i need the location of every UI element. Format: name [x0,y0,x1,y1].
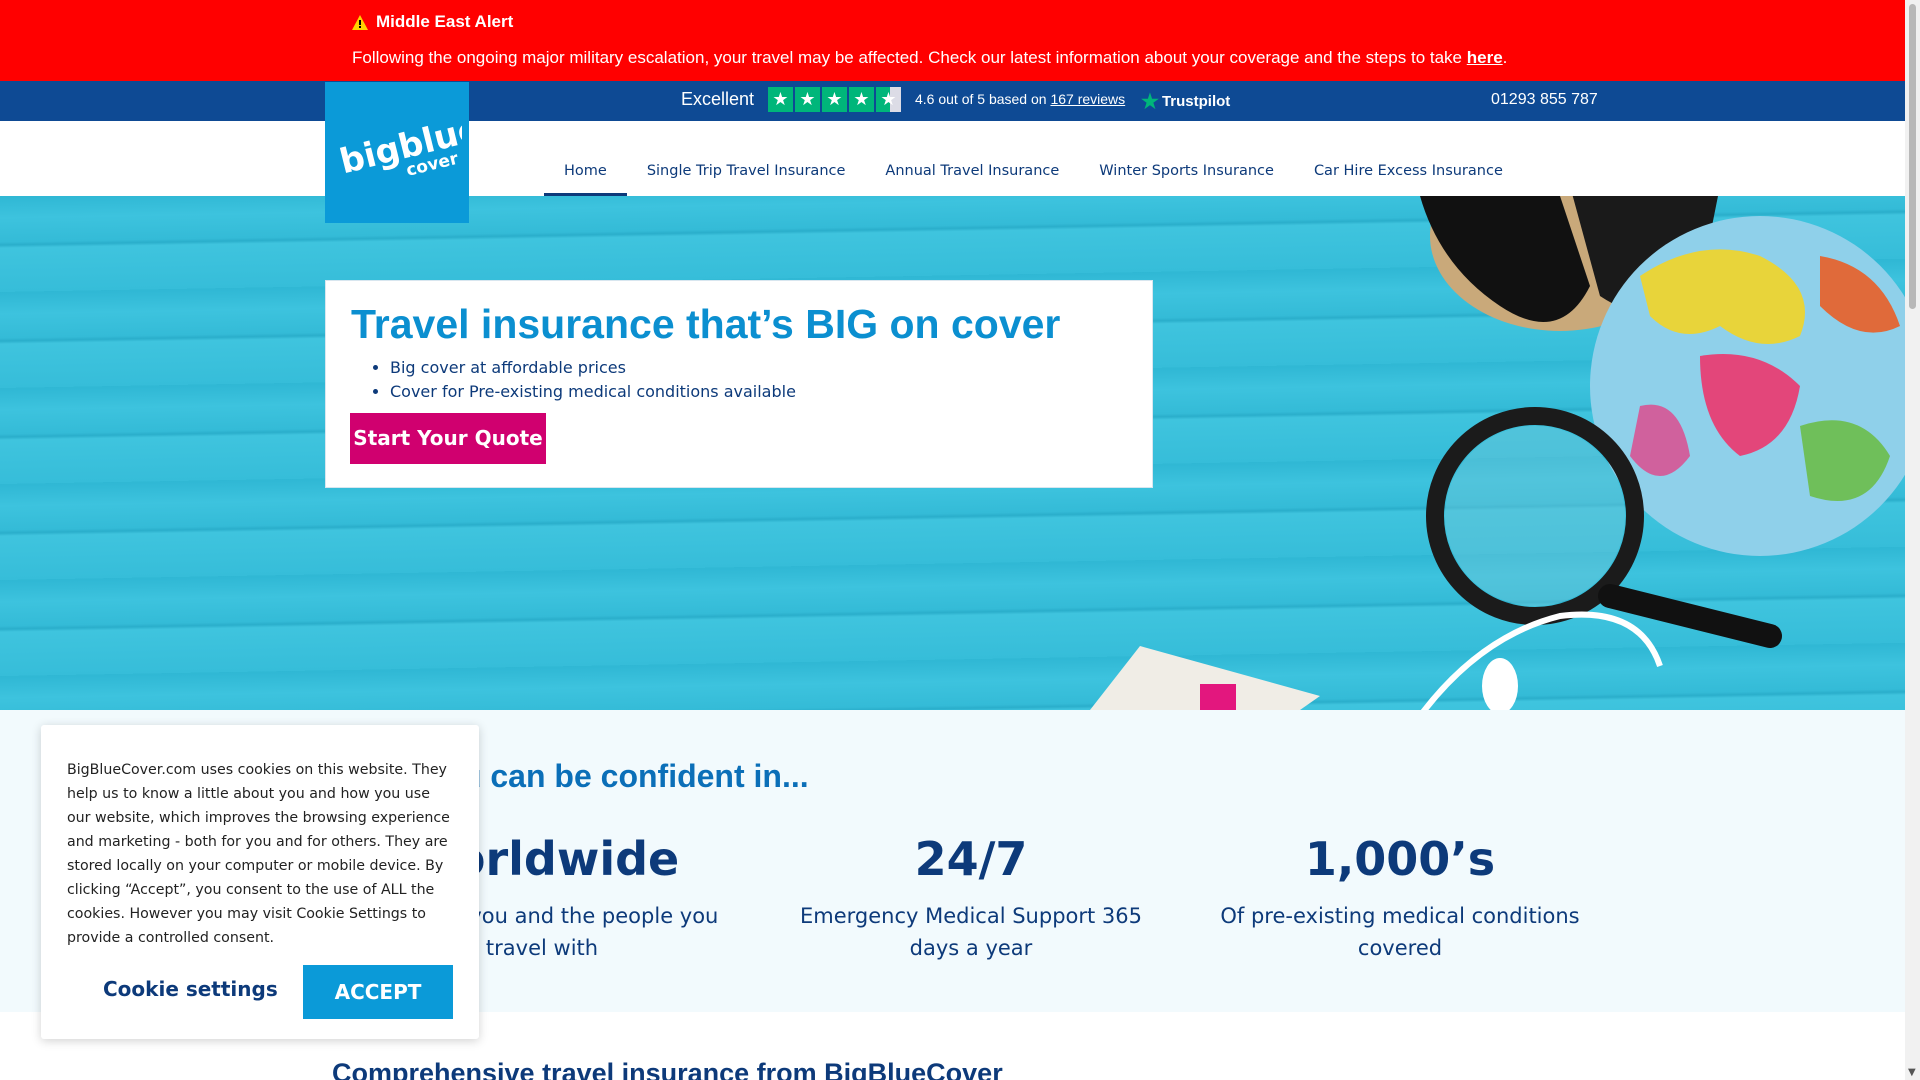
start-quote-button[interactable]: Start Your Quote [350,413,546,464]
hero-section: Travel insurance that’s BIG on cover Big… [0,196,1905,710]
trustpilot-label: Trustpilot [1161,93,1231,110]
star-icon: ★ [849,87,874,112]
star-icon: ★ [795,87,820,112]
trustpilot-logo[interactable]: ★ Trustpilot [1141,89,1230,114]
hero-bullet: Cover for Pre-existing medical condition… [390,380,796,404]
stat-caption: Emergency Medical Support 365 days a yea… [799,904,1143,960]
alert-end: . [1502,48,1508,67]
scroll-down-arrow-icon[interactable]: ▼ [1908,1067,1916,1078]
trust-bar: Excellent ★ ★ ★ ★ ★ 4.6 out of 5 based o… [0,81,1905,121]
main-nav: Home Single Trip Travel Insurance Annual… [544,121,1523,196]
trustpilot-stars: ★ ★ ★ ★ ★ [768,87,901,112]
cookie-text: BigBlueCover.com uses cookies on this we… [67,762,450,946]
hero-title: Travel insurance that’s BIG on cover [351,301,1061,347]
cookie-settings-button[interactable]: Cookie settings [103,977,278,1001]
nav-single-trip[interactable]: Single Trip Travel Insurance [627,121,866,196]
alert-here-link[interactable]: here [1467,48,1503,67]
stat-conditions: 1,000’s Of pre-existing medical conditio… [1220,836,1580,964]
alert-message: Following the ongoing major military esc… [352,48,1507,68]
nav-annual[interactable]: Annual Travel Insurance [865,121,1079,196]
alert-title-row: Middle East Alert [352,12,513,32]
trustpilot-star-icon: ★ [1141,91,1159,113]
reviews-link[interactable]: 167 reviews [1050,91,1125,107]
half-star-icon: ★ [876,87,901,112]
nav-car-hire[interactable]: Car Hire Excess Insurance [1294,121,1523,196]
trustpilot-excellent: Excellent [681,89,755,109]
hero-bullet: Big cover at affordable prices [390,356,796,380]
cookie-consent-popup: BigBlueCover.com uses cookies on this we… [41,725,479,1039]
page-scrollbar[interactable]: ▼ [1905,0,1920,1080]
bigblue-logo-mark: bigblue cover [336,108,462,182]
comprehensive-heading: Comprehensive travel insurance from BigB… [332,1058,1003,1080]
star-icon: ★ [768,87,793,112]
alert-text: Following the ongoing major military esc… [352,48,1463,67]
phone-number[interactable]: 01293 855 787 [1491,91,1598,109]
alert-title: Middle East Alert [376,12,514,31]
stat-value: 24/7 [914,832,1028,886]
star-icon: ★ [822,87,847,112]
rating-text: 4.6 out of 5 based on [915,91,1047,107]
cookie-accept-button[interactable]: ACCEPT [303,965,453,1019]
warning-icon [352,14,368,30]
bigblue-logo[interactable]: bigblue cover [325,82,469,223]
stat-caption: Of pre-existing medical conditions cover… [1220,904,1580,960]
scrollbar-thumb[interactable] [1909,4,1916,309]
hero-bullets: Big cover at affordable prices Cover for… [390,356,796,404]
alert-banner: Middle East Alert Following the ongoing … [0,0,1905,81]
trustpilot-rating: 4.6 out of 5 based on 167 reviews [915,91,1125,107]
nav-home[interactable]: Home [544,121,627,196]
stat-value: 1,000’s [1304,832,1496,886]
nav-winter-sports[interactable]: Winter Sports Insurance [1079,121,1294,196]
hero-card: Travel insurance that’s BIG on cover Big… [325,280,1153,488]
stat-24-7: 24/7 Emergency Medical Support 365 days … [791,836,1151,964]
